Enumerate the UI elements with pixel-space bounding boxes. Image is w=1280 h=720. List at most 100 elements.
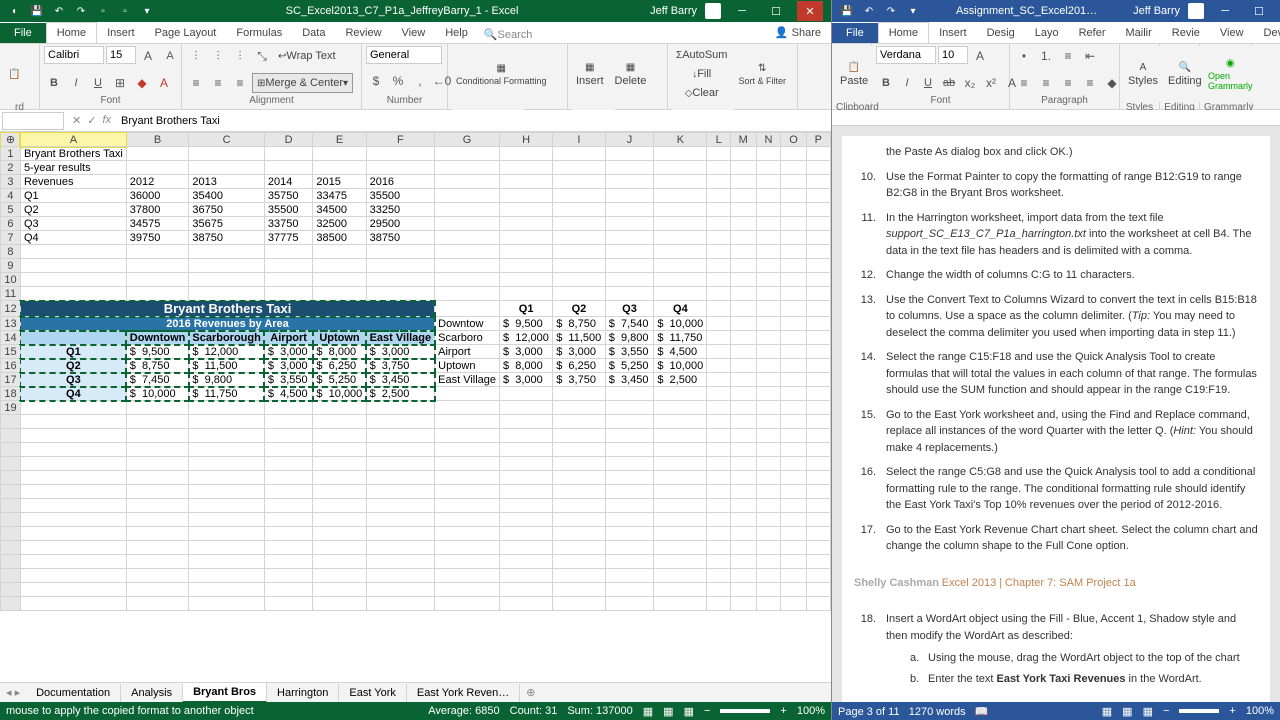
- cell[interactable]: [806, 541, 830, 555]
- cell[interactable]: [707, 415, 730, 429]
- cell[interactable]: [605, 161, 654, 175]
- view-web-icon[interactable]: ▦: [1143, 705, 1153, 718]
- cell[interactable]: $ 3,750: [366, 359, 435, 373]
- cell[interactable]: $ 11,500: [189, 359, 264, 373]
- col-header[interactable]: E: [313, 133, 366, 147]
- cell[interactable]: 35675: [189, 217, 264, 231]
- row-header[interactable]: 19: [1, 401, 21, 415]
- cell[interactable]: Q4: [20, 231, 126, 245]
- cell[interactable]: [553, 245, 606, 259]
- col-header[interactable]: I: [553, 133, 606, 147]
- cell[interactable]: Q1: [20, 345, 126, 359]
- cell[interactable]: [605, 287, 654, 301]
- cell[interactable]: [553, 273, 606, 287]
- cell[interactable]: [605, 555, 654, 569]
- cell[interactable]: [605, 429, 654, 443]
- cell[interactable]: [605, 203, 654, 217]
- cell[interactable]: [500, 443, 553, 457]
- col-header[interactable]: H: [500, 133, 553, 147]
- cell[interactable]: 2014: [264, 175, 313, 189]
- cell[interactable]: [654, 401, 707, 415]
- increase-font-icon[interactable]: A: [970, 46, 990, 66]
- new-sheet-button[interactable]: ⊕: [520, 686, 541, 699]
- cell[interactable]: [605, 443, 654, 457]
- cell[interactable]: [781, 217, 806, 231]
- cell[interactable]: $ 3,550: [605, 345, 654, 359]
- tab-home[interactable]: Home: [878, 22, 929, 43]
- sort-filter-button[interactable]: ⇅Sort & Filter: [734, 46, 790, 102]
- cell[interactable]: [313, 161, 366, 175]
- bold-icon[interactable]: B: [876, 73, 896, 93]
- cell[interactable]: [654, 457, 707, 471]
- cell[interactable]: [781, 429, 806, 443]
- cell[interactable]: [20, 287, 126, 301]
- row-header[interactable]: [1, 513, 21, 527]
- cell[interactable]: [605, 273, 654, 287]
- tab-view[interactable]: View: [1210, 23, 1254, 43]
- row-header[interactable]: [1, 527, 21, 541]
- cell[interactable]: [435, 457, 500, 471]
- cell[interactable]: [264, 583, 313, 597]
- cell[interactable]: $ 6,250: [553, 359, 606, 373]
- cell[interactable]: [654, 471, 707, 485]
- cell[interactable]: [707, 189, 730, 203]
- cell[interactable]: [654, 287, 707, 301]
- cell[interactable]: [500, 217, 553, 231]
- cell[interactable]: [366, 471, 435, 485]
- cell[interactable]: [756, 499, 781, 513]
- cell[interactable]: [189, 555, 264, 569]
- cell[interactable]: [189, 499, 264, 513]
- cell[interactable]: $ 2,500: [654, 373, 707, 387]
- cell[interactable]: [806, 175, 830, 189]
- cell[interactable]: Q3: [20, 373, 126, 387]
- cell[interactable]: $ 7,450: [126, 373, 189, 387]
- cell[interactable]: [189, 287, 264, 301]
- cell[interactable]: 38750: [366, 231, 435, 245]
- cell[interactable]: [313, 513, 366, 527]
- font-size-input[interactable]: [106, 46, 136, 64]
- cell[interactable]: [605, 471, 654, 485]
- cell[interactable]: [20, 245, 126, 259]
- cell[interactable]: [605, 527, 654, 541]
- cell[interactable]: [500, 569, 553, 583]
- cell[interactable]: [707, 245, 730, 259]
- cell[interactable]: Revenues: [20, 175, 126, 189]
- cell[interactable]: [500, 203, 553, 217]
- view-layout-icon[interactable]: ▦: [663, 705, 673, 718]
- cell[interactable]: [756, 541, 781, 555]
- cell[interactable]: [553, 287, 606, 301]
- cell[interactable]: [435, 231, 500, 245]
- cell[interactable]: [806, 259, 830, 273]
- cell[interactable]: $ 11,750: [654, 331, 707, 345]
- cell[interactable]: [756, 231, 781, 245]
- row-header[interactable]: 3: [1, 175, 21, 189]
- sheet-tab[interactable]: East York: [339, 684, 406, 702]
- cell[interactable]: [781, 147, 806, 161]
- cell[interactable]: [366, 541, 435, 555]
- cell[interactable]: 34500: [313, 203, 366, 217]
- cell[interactable]: 2015: [313, 175, 366, 189]
- cell[interactable]: [756, 583, 781, 597]
- row-header[interactable]: 9: [1, 259, 21, 273]
- cell[interactable]: $ 9,500: [126, 345, 189, 359]
- delete-button[interactable]: ▦Delete: [611, 46, 651, 102]
- subscript-icon[interactable]: x₂: [960, 73, 980, 93]
- cell[interactable]: [756, 175, 781, 189]
- save-icon[interactable]: 💾: [30, 4, 44, 18]
- enter-icon[interactable]: ✓: [87, 114, 96, 127]
- superscript-icon[interactable]: x²: [981, 73, 1001, 93]
- cell[interactable]: [730, 429, 756, 443]
- cell[interactable]: [781, 189, 806, 203]
- cell[interactable]: [730, 513, 756, 527]
- cell[interactable]: [500, 175, 553, 189]
- cell[interactable]: 37800: [126, 203, 189, 217]
- cell[interactable]: [781, 485, 806, 499]
- cell[interactable]: [126, 161, 189, 175]
- cell[interactable]: [500, 527, 553, 541]
- cell[interactable]: [707, 499, 730, 513]
- cell[interactable]: [553, 597, 606, 611]
- zoom-slider[interactable]: [1179, 709, 1219, 713]
- row-header[interactable]: 15: [1, 345, 21, 359]
- cell[interactable]: [20, 471, 126, 485]
- cell[interactable]: Q2: [20, 203, 126, 217]
